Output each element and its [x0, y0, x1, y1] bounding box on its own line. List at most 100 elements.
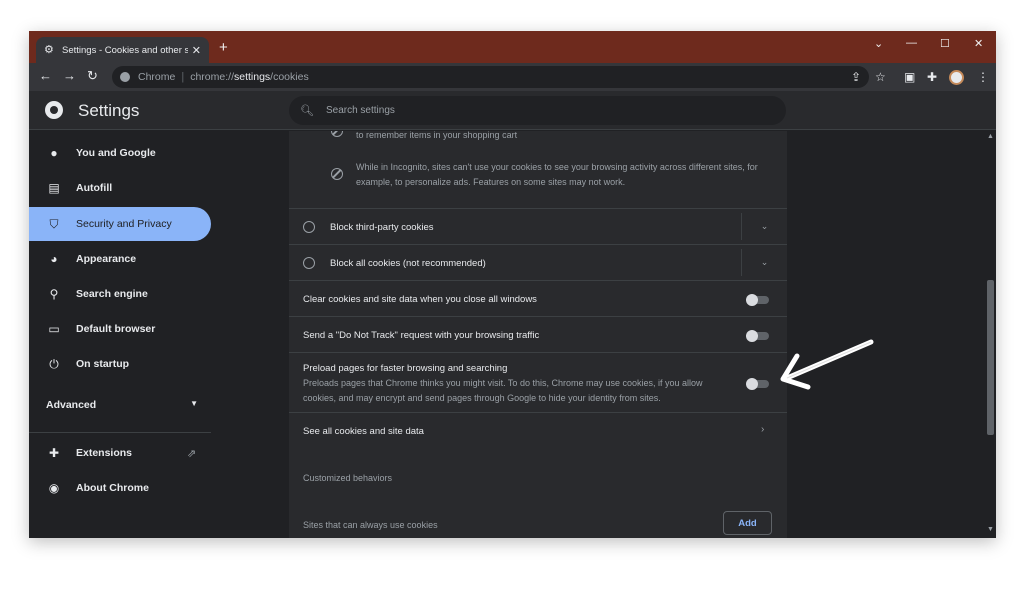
- sidebar-item-label: Extensions: [76, 447, 133, 459]
- back-button[interactable]: ←: [39, 69, 52, 83]
- sidebar-item-default-browser[interactable]: ▭ Default browser: [29, 312, 211, 346]
- browser-window: ⚙ Settings - Cookies and other site ✕ + …: [29, 31, 996, 538]
- side-panel-icon[interactable]: ▣: [904, 70, 915, 84]
- search-input[interactable]: [325, 105, 746, 116]
- tab-title: Settings - Cookies and other site: [62, 44, 188, 56]
- browser-toolbar: ← → ↻ Chrome | chrome://settings/cookies…: [29, 63, 996, 91]
- sidebar-item-about-chrome[interactable]: ◉ About Chrome: [29, 471, 211, 505]
- see-all-cookies-label: See all cookies and site data: [303, 426, 424, 437]
- close-window-button[interactable]: ✕: [974, 37, 983, 50]
- sidebar-item-security-and-privacy[interactable]: ⛉ Security and Privacy: [29, 207, 211, 241]
- new-tab-button[interactable]: +: [219, 40, 228, 56]
- search-icon: ⚲: [49, 287, 59, 301]
- settings-sidebar: ● You and Google ▤ Autofill ⛉ Security a…: [29, 131, 289, 538]
- content-gutter: [787, 131, 984, 538]
- preload-pages-row[interactable]: Preload pages for faster browsing and se…: [289, 352, 787, 412]
- gear-icon: ⚙: [44, 44, 54, 56]
- tab-close-button[interactable]: ✕: [192, 44, 201, 57]
- block-icon: [331, 168, 343, 180]
- clear-on-exit-toggle[interactable]: [746, 294, 769, 306]
- preload-pages-description: Preloads pages that Chrome thinks you mi…: [303, 378, 703, 403]
- chevron-down-icon[interactable]: ⌄: [741, 249, 787, 276]
- sidebar-divider: [29, 432, 211, 433]
- chevron-down-icon[interactable]: ⌄: [741, 213, 787, 240]
- cart-description: to remember items in your shopping cart: [356, 131, 518, 140]
- extensions-puzzle-icon[interactable]: ✚: [927, 70, 937, 84]
- sidebar-item-autofill[interactable]: ▤ Autofill: [29, 171, 211, 205]
- active-tab[interactable]: ⚙ Settings - Cookies and other site ✕: [36, 37, 209, 63]
- title-bar: ⚙ Settings - Cookies and other site ✕ + …: [29, 31, 996, 63]
- search-box[interactable]: 🔍︎: [289, 96, 786, 125]
- sidebar-item-label: Appearance: [76, 253, 137, 265]
- clear-on-exit-row[interactable]: Clear cookies and site data when you clo…: [289, 280, 787, 316]
- sidebar-item-label: Autofill: [76, 182, 113, 194]
- page-title: Settings: [78, 101, 140, 120]
- sidebar-item-appearance[interactable]: ◕ Appearance: [29, 242, 211, 276]
- scrollbar[interactable]: ▲ ▼: [984, 131, 996, 538]
- chrome-logo-icon: [45, 101, 63, 119]
- block-all-row[interactable]: Block all cookies (not recommended) ⌄: [289, 244, 787, 280]
- sidebar-item-label: On startup: [76, 358, 130, 370]
- forward-button[interactable]: →: [63, 69, 76, 83]
- sidebar-item-label: Default browser: [76, 323, 156, 335]
- url-separator: |: [181, 71, 185, 83]
- url-rest: /cookies: [270, 71, 309, 83]
- chrome-site-icon: [120, 72, 130, 82]
- search-icon: 🔍︎: [300, 105, 314, 117]
- preload-pages-toggle[interactable]: [746, 378, 769, 390]
- palette-icon: ◕: [50, 252, 58, 266]
- browser-icon: ▭: [48, 322, 60, 336]
- incognito-description: While in Incognito, sites can't use your…: [356, 162, 758, 187]
- person-icon: ●: [50, 146, 58, 160]
- power-icon: ⏻: [49, 356, 59, 371]
- sidebar-item-extensions[interactable]: ✚ Extensions ⇗: [29, 436, 211, 470]
- chevron-right-icon: ›: [761, 424, 765, 435]
- clear-on-exit-label: Clear cookies and site data when you clo…: [303, 294, 537, 305]
- annotation-arrow-icon: [780, 339, 874, 390]
- scroll-down-icon[interactable]: ▼: [987, 526, 994, 533]
- sidebar-item-label: You and Google: [76, 147, 156, 159]
- advanced-section-toggle[interactable]: Advanced ▼: [46, 399, 198, 411]
- do-not-track-label: Send a "Do Not Track" request with your …: [303, 330, 540, 341]
- customized-behaviors-heading: Customized behaviors: [303, 473, 393, 483]
- external-link-icon: ⇗: [187, 448, 197, 460]
- do-not-track-toggle[interactable]: [746, 330, 769, 342]
- block-third-party-radio[interactable]: [303, 221, 315, 233]
- reload-button[interactable]: ↻: [87, 69, 98, 83]
- block-third-party-row[interactable]: Block third-party cookies ⌄: [289, 208, 787, 244]
- do-not-track-row[interactable]: Send a "Do Not Track" request with your …: [289, 316, 787, 352]
- url-path: settings: [233, 71, 271, 83]
- sidebar-item-you-and-google[interactable]: ● You and Google: [29, 136, 211, 170]
- clipboard-icon: ▤: [48, 181, 60, 195]
- preload-pages-label: Preload pages for faster browsing and se…: [303, 363, 508, 374]
- cookies-settings-card: to remember items in your shopping cart …: [289, 131, 787, 538]
- add-button[interactable]: Add: [723, 511, 772, 535]
- scrollbar-thumb[interactable]: [987, 280, 994, 435]
- block-all-label: Block all cookies (not recommended): [330, 258, 486, 269]
- tab-search-icon[interactable]: ⌄: [874, 37, 883, 50]
- share-icon[interactable]: ⇪: [851, 70, 861, 84]
- always-use-cookies-label: Sites that can always use cookies: [303, 520, 438, 530]
- puzzle-icon: ✚: [48, 446, 60, 460]
- minimize-button[interactable]: —: [906, 37, 917, 49]
- kebab-menu-icon[interactable]: ⋮: [977, 70, 989, 84]
- advanced-label: Advanced: [46, 399, 97, 411]
- block-all-radio[interactable]: [303, 257, 315, 269]
- sidebar-item-label: Security and Privacy: [76, 218, 172, 230]
- see-all-cookies-row[interactable]: See all cookies and site data ›: [289, 412, 787, 448]
- chrome-icon: ◉: [48, 481, 60, 495]
- sidebar-item-label: Search engine: [76, 288, 148, 300]
- settings-header: Settings 🔍︎: [29, 91, 996, 130]
- chevron-down-icon: ▼: [190, 399, 198, 408]
- url-host: chrome://: [190, 71, 234, 83]
- maximize-button[interactable]: ☐: [940, 37, 950, 50]
- bookmark-star-icon[interactable]: ☆: [875, 70, 886, 84]
- shield-icon: ⛉: [49, 216, 59, 231]
- sidebar-item-search-engine[interactable]: ⚲ Search engine: [29, 277, 211, 311]
- cart-icon: [331, 131, 343, 137]
- address-bar[interactable]: Chrome | chrome://settings/cookies: [112, 66, 869, 88]
- site-label: Chrome: [138, 71, 176, 83]
- scroll-up-icon[interactable]: ▲: [987, 133, 994, 140]
- sidebar-item-on-startup[interactable]: ⏻ On startup: [29, 347, 211, 381]
- profile-avatar[interactable]: [949, 70, 964, 85]
